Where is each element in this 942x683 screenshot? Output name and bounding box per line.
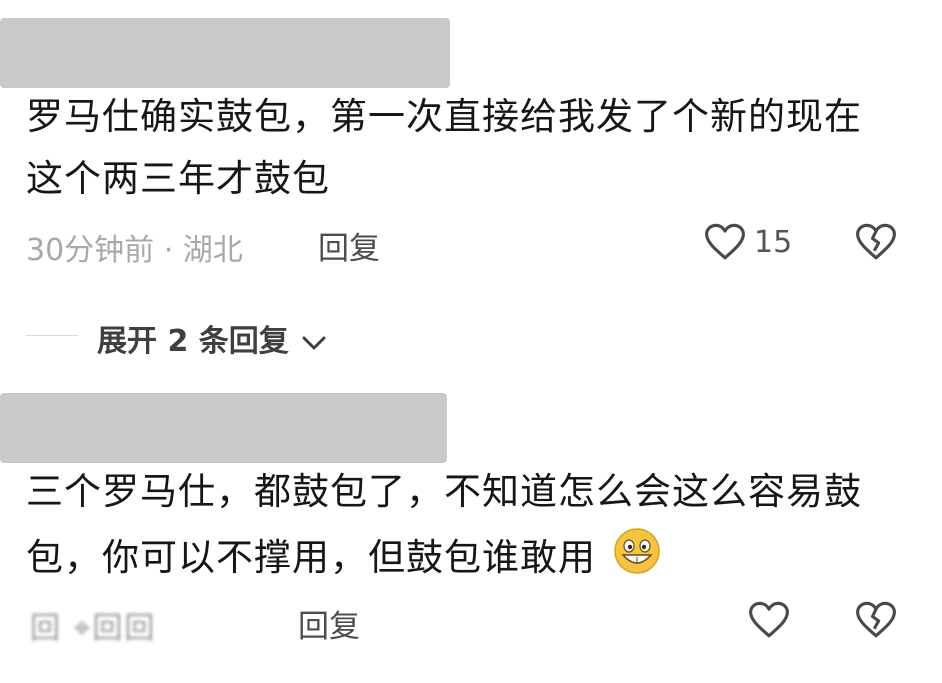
heart-outline-icon[interactable] (704, 222, 746, 262)
reply-button[interactable]: 回复 (298, 601, 360, 646)
grinning-emoji-icon (613, 527, 661, 592)
comment-text-line-1: 三个罗马仕，都鼓包了，不知道怎么会这么容易鼓 (26, 470, 862, 513)
heart-outline-icon[interactable] (748, 600, 790, 640)
reply-button[interactable]: 回复 (318, 223, 380, 268)
broken-heart-icon[interactable] (855, 222, 897, 262)
chevron-down-icon (301, 325, 327, 360)
expand-divider (26, 335, 78, 336)
expand-replies-button[interactable]: 展开 2 条回复 (97, 316, 327, 360)
comment-text-line-2-content: 包，你可以不撑用，但鼓包谁敢用 (26, 536, 596, 579)
comment-text-line-2: 这个两三年才鼓包 (26, 157, 330, 200)
like-count: 15 (754, 225, 793, 260)
comment-time-location: 30分钟前 · 湖北 (26, 233, 243, 268)
redacted-username (0, 18, 450, 88)
redacted-username (0, 393, 447, 463)
comment-text-line-1: 罗马仕确实鼓包，第一次直接给我发了个新的现在 (26, 95, 862, 138)
comment-time-location-blurred: 回 ⌖回回 (30, 611, 157, 646)
comment-text-line-2: 包，你可以不撑用，但鼓包谁敢用 (26, 527, 661, 592)
expand-replies-label: 展开 2 条回复 (97, 324, 289, 359)
broken-heart-icon[interactable] (855, 600, 897, 640)
